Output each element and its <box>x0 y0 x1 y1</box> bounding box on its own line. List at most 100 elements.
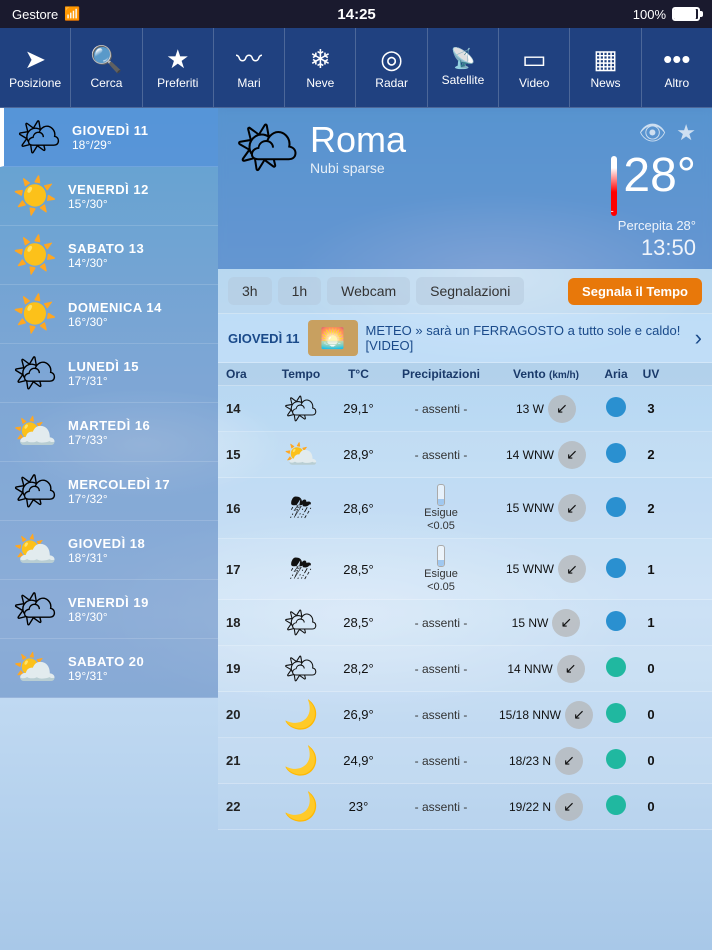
table-row-4: 18 🌤 28,5° - assenti - 15 NW ↙ 1 <box>218 600 712 646</box>
precip-absent: - assenti - <box>415 754 468 768</box>
day-info-5: MARTEDÌ 16 17°/33° <box>68 418 208 447</box>
favorites-icon: ★ <box>166 46 189 72</box>
td-aria <box>596 497 636 520</box>
td-precip: - assenti - <box>386 401 496 416</box>
td-aria <box>596 558 636 581</box>
day-item-4[interactable]: 🌤 LUNEDÌ 15 17°/31° <box>0 344 218 403</box>
day-icon-1: ☀️ <box>10 175 60 217</box>
table-row-7: 21 🌙 24,9° - assenti - 18/23 N ↙ 0 <box>218 738 712 784</box>
day-name-3: DOMENICA 14 <box>68 300 208 315</box>
nav-bar: ➤ Posizione 🔍 Cerca ★ Preferiti 〰 Mari ❄… <box>0 28 712 108</box>
nav-satellite[interactable]: 📡 Satellite <box>428 28 499 107</box>
news-icon: ▦ <box>593 46 618 72</box>
day-info-2: SABATO 13 14°/30° <box>68 241 208 270</box>
td-uv: 3 <box>636 401 666 416</box>
eye-icon[interactable]: 👁 <box>638 120 666 146</box>
day-item-2[interactable]: ☀️ SABATO 13 14°/30° <box>0 226 218 285</box>
day-item-9[interactable]: ⛅ SABATO 20 19°/31° <box>0 639 218 698</box>
table-row-6: 20 🌙 26,9° - assenti - 15/18 NNW ↙ 0 <box>218 692 712 738</box>
day-name-8: VENERDÌ 19 <box>68 595 208 610</box>
td-vento: 15/18 NNW ↙ <box>496 701 596 729</box>
day-icon-3: ☀️ <box>10 293 60 335</box>
td-precip: - assenti - <box>386 661 496 676</box>
day-item-0[interactable]: 🌤 GIOVEDÌ 11 18°/29° <box>0 108 218 167</box>
nav-video[interactable]: ▭ Video <box>499 28 570 107</box>
day-icon-7: ⛅ <box>10 529 60 571</box>
tab-webcam[interactable]: Webcam <box>327 277 410 305</box>
nav-label-posizione: Posizione <box>9 76 61 90</box>
td-temp: 28,6° <box>331 501 386 516</box>
day-name-2: SABATO 13 <box>68 241 208 256</box>
tab-segnalazioni[interactable]: Segnalazioni <box>416 277 524 305</box>
battery-icon <box>672 7 700 21</box>
td-icon: 🌙 <box>271 744 331 777</box>
td-icon: 🌤 <box>271 606 331 639</box>
city-time: 13:50 <box>641 235 696 261</box>
radar-icon: ◎ <box>380 46 403 72</box>
table-row-3: 17 ⛈ 28,5° Esigue <0.05 15 WNW ↙ 1 <box>218 539 712 600</box>
nav-label-preferiti: Preferiti <box>157 76 198 90</box>
day-item-7[interactable]: ⛅ GIOVEDÌ 18 18°/31° <box>0 521 218 580</box>
nav-preferiti[interactable]: ★ Preferiti <box>143 28 214 107</box>
tab-1h[interactable]: 1h <box>278 277 322 305</box>
main-panel: 🌤 Roma Nubi sparse 👁 ★ + − <box>218 108 712 950</box>
col-ora: Ora <box>226 367 271 381</box>
nav-news[interactable]: ▦ News <box>570 28 641 107</box>
td-precip: - assenti - <box>386 707 496 722</box>
nav-altro[interactable]: ••• Altro <box>642 28 712 107</box>
air-quality-circle <box>606 657 626 677</box>
td-aria <box>596 611 636 634</box>
day-name-9: SABATO 20 <box>68 654 208 669</box>
td-aria <box>596 443 636 466</box>
air-quality-circle <box>606 397 626 417</box>
td-vento: 14 WNW ↙ <box>496 441 596 469</box>
col-tempo: Tempo <box>271 367 331 381</box>
city-weather-icon: 🌤 <box>234 122 300 174</box>
day-temp-0: 18°/29° <box>72 138 208 152</box>
day-item-8[interactable]: 🌤 VENERDÌ 19 18°/30° <box>0 580 218 639</box>
nav-cerca[interactable]: 🔍 Cerca <box>71 28 142 107</box>
wind-direction-icon: ↙ <box>558 441 586 469</box>
nav-mari[interactable]: 〰 Mari <box>214 28 285 107</box>
day-temp-8: 18°/30° <box>68 610 208 624</box>
td-ora: 16 <box>226 501 271 516</box>
air-quality-circle <box>606 749 626 769</box>
day-info-3: DOMENICA 14 16°/30° <box>68 300 208 329</box>
carrier-info: Gestore 📶 <box>12 6 80 22</box>
snow-icon: ❄ <box>309 46 331 72</box>
city-header: 🌤 Roma Nubi sparse 👁 ★ + − <box>218 108 712 269</box>
td-vento: 15 NW ↙ <box>496 609 596 637</box>
wind-speed: 19/22 N <box>509 800 551 814</box>
day-item-6[interactable]: 🌤 MERCOLEDÌ 17 17°/32° <box>0 462 218 521</box>
precip-absent: - assenti - <box>415 800 468 814</box>
precip-absent: - assenti - <box>415 708 468 722</box>
td-uv: 0 <box>636 661 666 676</box>
nav-radar[interactable]: ◎ Radar <box>356 28 427 107</box>
day-item-5[interactable]: ⛅ MARTEDÌ 16 17°/33° <box>0 403 218 462</box>
battery-info: 100% <box>633 7 700 22</box>
table-row-8: 22 🌙 23° - assenti - 19/22 N ↙ 0 <box>218 784 712 830</box>
city-temperature: 28° <box>623 152 696 200</box>
td-precip: Esigue <0.05 <box>386 484 496 532</box>
video-icon: ▭ <box>522 46 547 72</box>
day-temp-2: 14°/30° <box>68 256 208 270</box>
day-item-1[interactable]: ☀️ VENERDÌ 12 15°/30° <box>0 167 218 226</box>
nav-label-satellite: Satellite <box>442 73 485 87</box>
nav-neve[interactable]: ❄ Neve <box>285 28 356 107</box>
precip-absent: - assenti - <box>415 616 468 630</box>
tab-segnala-tempo[interactable]: Segnala il Tempo <box>568 278 702 305</box>
tab-3h[interactable]: 3h <box>228 277 272 305</box>
news-date: GIOVEDÌ 11 <box>228 331 300 346</box>
day-icon-8: 🌤 <box>10 588 60 630</box>
tab-bar: 3h 1h Webcam Segnalazioni Segnala il Tem… <box>218 269 712 314</box>
td-precip: - assenti - <box>386 447 496 462</box>
day-icon-9: ⛅ <box>10 647 60 689</box>
td-uv: 0 <box>636 799 666 814</box>
nav-posizione[interactable]: ➤ Posizione <box>0 28 71 107</box>
star-icon[interactable]: ★ <box>676 120 696 146</box>
news-text: METEO » sarà un FERRAGOSTO a tutto sole … <box>366 323 687 353</box>
td-temp: 28,5° <box>331 562 386 577</box>
news-banner[interactable]: GIOVEDÌ 11 🌅 METEO » sarà un FERRAGOSTO … <box>218 314 712 363</box>
td-temp: 28,5° <box>331 615 386 630</box>
day-item-3[interactable]: ☀️ DOMENICA 14 16°/30° <box>0 285 218 344</box>
